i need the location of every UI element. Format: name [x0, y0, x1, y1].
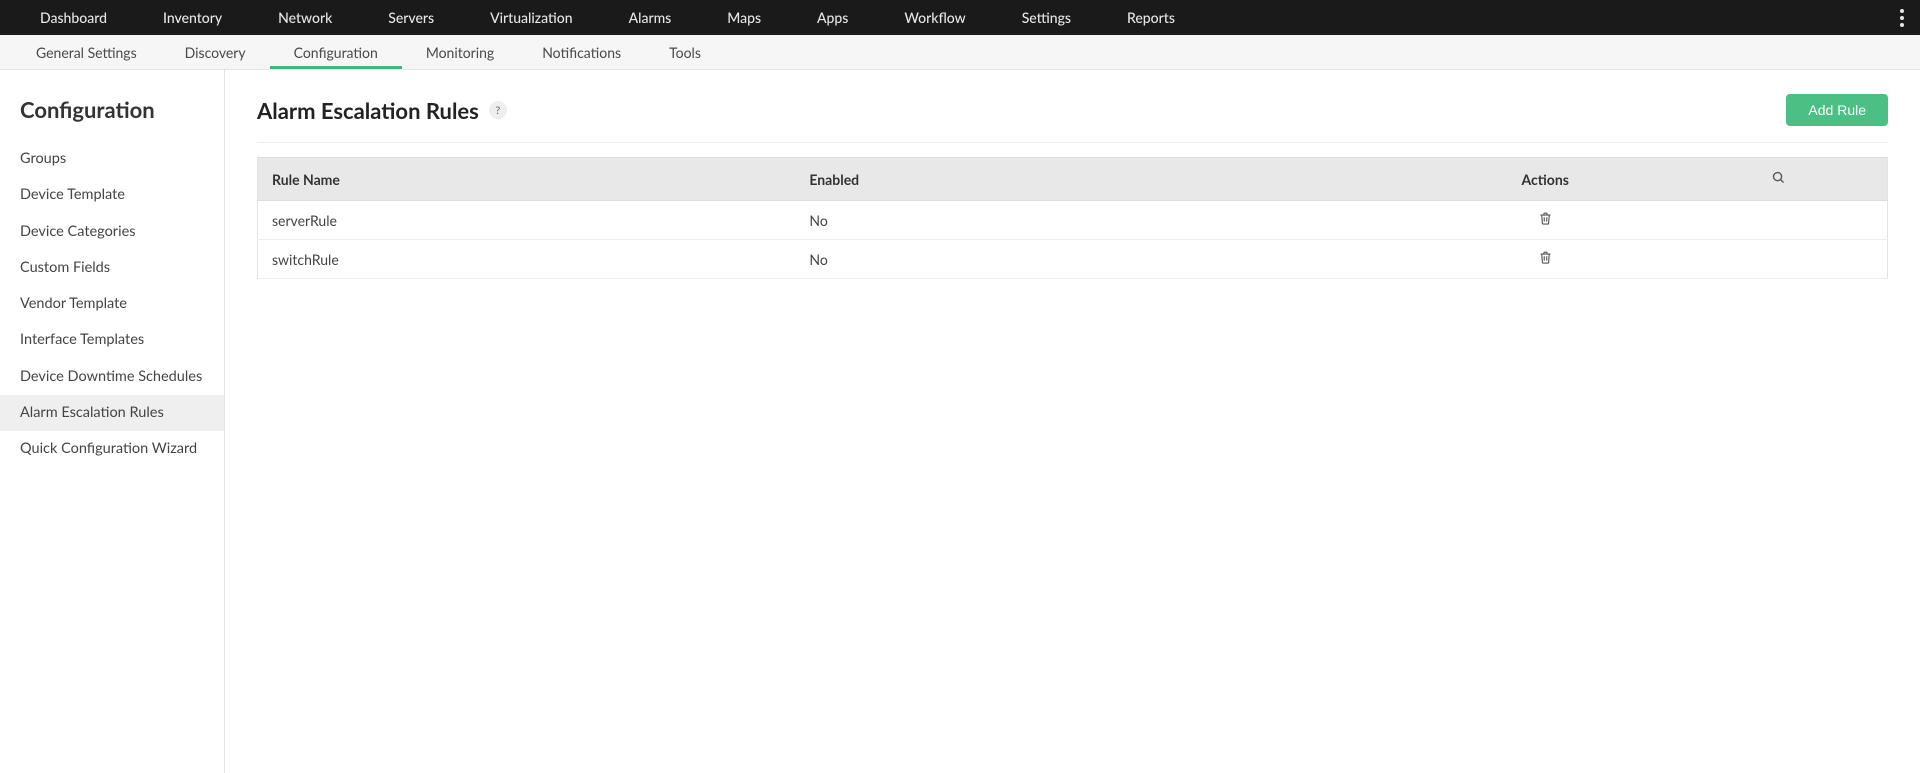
rule-enabled-cell: No [795, 240, 1333, 279]
subnav-item-tools[interactable]: Tools [645, 35, 725, 69]
table-header-rule-name: Rule Name [258, 158, 796, 201]
sidebar-item-groups[interactable]: Groups [0, 141, 224, 177]
table-header-actions: Actions [1333, 158, 1757, 201]
rule-enabled-cell: No [795, 201, 1333, 240]
topnav-item-reports[interactable]: Reports [1099, 0, 1203, 35]
sub-nav: General Settings Discovery Configuration… [0, 35, 1920, 70]
search-icon[interactable] [1771, 170, 1786, 185]
sidebar-item-interface-templates[interactable]: Interface Templates [0, 322, 224, 358]
topnav-item-servers[interactable]: Servers [360, 0, 462, 35]
topnav-item-network[interactable]: Network [250, 0, 360, 35]
top-nav: Dashboard Inventory Network Servers Virt… [0, 0, 1920, 35]
table-row[interactable]: switchRule No [258, 240, 1888, 279]
add-rule-button[interactable]: Add Rule [1786, 94, 1888, 126]
table-row[interactable]: serverRule No [258, 201, 1888, 240]
topnav-item-dashboard[interactable]: Dashboard [12, 0, 135, 35]
trash-icon[interactable] [1538, 211, 1553, 226]
subnav-item-notifications[interactable]: Notifications [518, 35, 645, 69]
topnav-item-workflow[interactable]: Workflow [876, 0, 993, 35]
subnav-item-configuration[interactable]: Configuration [270, 35, 402, 69]
topnav-item-alarms[interactable]: Alarms [601, 0, 700, 35]
main-content: Alarm Escalation Rules ? Add Rule Rule N… [225, 70, 1920, 773]
sidebar-item-device-categories[interactable]: Device Categories [0, 214, 224, 250]
sidebar: Configuration Groups Device Template Dev… [0, 70, 225, 773]
table-header-enabled: Enabled [795, 158, 1333, 201]
topnav-item-apps[interactable]: Apps [789, 0, 876, 35]
sidebar-item-custom-fields[interactable]: Custom Fields [0, 250, 224, 286]
subnav-item-discovery[interactable]: Discovery [161, 35, 270, 69]
rule-name-cell: serverRule [258, 201, 796, 240]
topnav-item-virtualization[interactable]: Virtualization [462, 0, 601, 35]
sidebar-title: Configuration [0, 88, 224, 141]
subnav-item-general-settings[interactable]: General Settings [12, 35, 161, 69]
sidebar-item-device-template[interactable]: Device Template [0, 177, 224, 213]
rule-name-cell: switchRule [258, 240, 796, 279]
topnav-item-inventory[interactable]: Inventory [135, 0, 250, 35]
sidebar-item-device-downtime-schedules[interactable]: Device Downtime Schedules [0, 359, 224, 395]
sidebar-item-alarm-escalation-rules[interactable]: Alarm Escalation Rules [0, 395, 224, 431]
page-title: Alarm Escalation Rules [257, 97, 479, 124]
sidebar-item-quick-configuration-wizard[interactable]: Quick Configuration Wizard [0, 431, 224, 467]
topnav-item-settings[interactable]: Settings [994, 0, 1099, 35]
trash-icon[interactable] [1538, 250, 1553, 265]
sidebar-item-vendor-template[interactable]: Vendor Template [0, 286, 224, 322]
subnav-item-monitoring[interactable]: Monitoring [402, 35, 518, 69]
table-header-search [1757, 158, 1887, 201]
help-icon[interactable]: ? [489, 101, 507, 119]
rules-table: Rule Name Enabled Actions serverRule No [257, 157, 1888, 279]
topnav-item-maps[interactable]: Maps [699, 0, 789, 35]
main-header: Alarm Escalation Rules ? Add Rule [257, 94, 1888, 143]
more-menu-button[interactable] [1896, 5, 1908, 31]
